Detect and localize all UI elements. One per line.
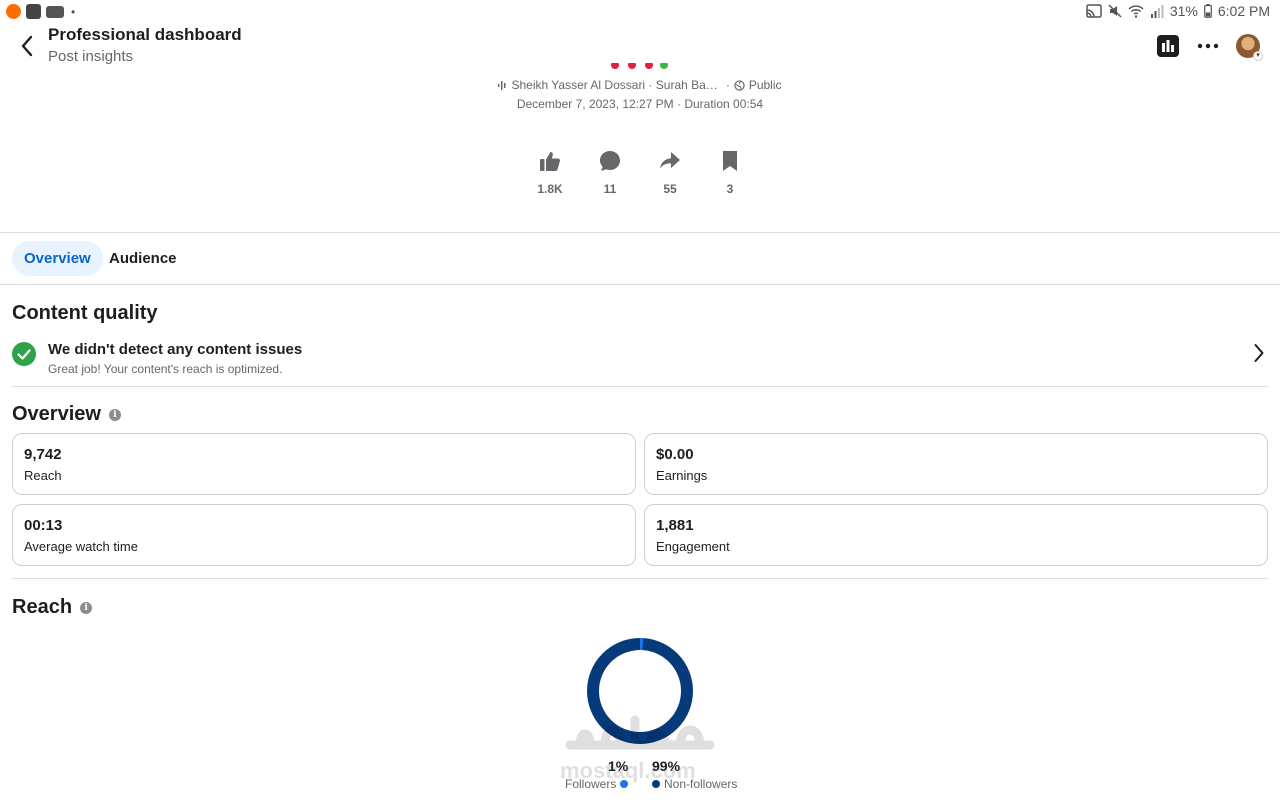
overview-title: Overview i [12, 403, 121, 426]
engagement-card[interactable]: 1,881 Engagement [644, 504, 1268, 566]
engagement-label: Engagement [656, 539, 730, 554]
back-arrow-icon [21, 35, 33, 57]
more-icon [1197, 43, 1219, 49]
flipboard-icon [26, 4, 41, 19]
divider [12, 578, 1268, 579]
wifi-icon [1128, 4, 1144, 18]
shares-count: 55 [663, 182, 677, 196]
non-followers-dot [652, 780, 660, 788]
header-actions: ▾ [1156, 34, 1263, 61]
post-engagement-stats: 1.8K 11 55 3 [520, 150, 760, 196]
reach-label: Reach [24, 468, 62, 483]
page-title: Professional dashboard [48, 25, 242, 44]
post-meta: Sheikh Yasser Al Dossari · Surah Ba… · P… [0, 78, 1280, 92]
content-status-subtitle: Great job! Your content's reach is optim… [48, 362, 283, 376]
shares-stat[interactable]: 55 [640, 150, 700, 196]
chevron-right-icon [1254, 344, 1264, 362]
divider [12, 386, 1268, 387]
non-followers-percent: 99% [652, 758, 681, 774]
signal-icon [1150, 4, 1164, 18]
earnings-label: Earnings [656, 468, 708, 483]
comments-stat[interactable]: 11 [580, 150, 640, 196]
status-system-icons: 31% 6:02 PM [1086, 3, 1270, 19]
like-icon [540, 152, 560, 171]
likes-stat[interactable]: 1.8K [520, 150, 580, 196]
followers-percent: 1% [608, 758, 629, 774]
info-icon[interactable]: i [108, 408, 121, 421]
info-icon[interactable]: i [80, 601, 93, 614]
cast-icon [1086, 4, 1102, 18]
tab-overview[interactable]: Overview [12, 241, 103, 276]
non-followers-label: Non-followers [664, 777, 738, 791]
globe-icon [734, 79, 745, 91]
reach-heading: Reach [12, 596, 73, 618]
reach-card[interactable]: 9,742 Reach [12, 433, 636, 495]
check-circle-icon [12, 342, 36, 366]
reaction-emojis [610, 60, 670, 70]
status-bar: • 31% 6:02 PM [0, 0, 1280, 24]
watch-time-value: 00:13 [24, 517, 63, 534]
saves-count: 3 [726, 182, 734, 196]
meta-separator: · [725, 78, 730, 92]
divider [0, 284, 1280, 285]
content-quality-title: Content quality [12, 302, 158, 325]
earnings-value: $0.00 [656, 446, 694, 463]
post-date-duration: December 7, 2023, 12:27 PM · Duration 00… [516, 97, 764, 111]
post-audio: Sheikh Yasser Al Dossari · Surah Ba… [511, 78, 718, 92]
more-options-button[interactable] [1196, 34, 1220, 58]
mute-icon [1108, 4, 1122, 18]
earnings-card[interactable]: $0.00 Earnings [644, 433, 1268, 495]
audio-waveform-icon [498, 80, 506, 90]
content-quality-row[interactable]: We didn't detect any content issues Grea… [12, 339, 1268, 379]
overview-heading: Overview [12, 403, 101, 425]
saves-stat[interactable]: 3 [700, 150, 760, 196]
bar-chart-icon [1157, 35, 1179, 57]
non-followers-ring [587, 638, 693, 744]
followers-legend: Followers [565, 777, 629, 791]
clock: 6:02 PM [1217, 3, 1270, 19]
content-quality-heading: Content quality [12, 302, 158, 324]
engagement-value: 1,881 [656, 517, 694, 534]
battery-percent: 31% [1169, 3, 1198, 19]
watch-time-label: Average watch time [24, 539, 138, 554]
page-subtitle: Post insights [48, 48, 134, 65]
reach-title: Reach i [12, 596, 93, 619]
post-privacy: Public [748, 78, 782, 92]
youtube-icon [46, 5, 64, 18]
reach-donut-chart [587, 638, 693, 744]
app-notification-icon [6, 4, 21, 19]
content-status-title: We didn't detect any content issues [48, 341, 303, 358]
back-button[interactable] [14, 33, 40, 59]
divider [0, 232, 1280, 233]
followers-label: Followers [565, 777, 617, 791]
non-followers-legend: Non-followers [652, 777, 737, 791]
followers-dot [620, 780, 629, 788]
avatar: ▾ [1236, 34, 1263, 61]
insights-button[interactable] [1156, 34, 1180, 58]
account-switcher[interactable]: ▾ [1236, 34, 1263, 61]
comments-count: 11 [603, 182, 617, 196]
tab-audience[interactable]: Audience [97, 241, 189, 276]
reach-value: 9,742 [24, 446, 62, 463]
bookmark-icon [723, 151, 737, 171]
chevron-down-icon: ▾ [1253, 51, 1263, 61]
watch-time-card[interactable]: 00:13 Average watch time [12, 504, 636, 566]
share-icon [660, 152, 680, 169]
likes-count: 1.8K [537, 182, 563, 196]
more-notifications-dot: • [71, 4, 76, 19]
battery-icon [1204, 4, 1212, 18]
status-notification-icons: • [6, 4, 75, 19]
comment-icon [600, 151, 620, 171]
